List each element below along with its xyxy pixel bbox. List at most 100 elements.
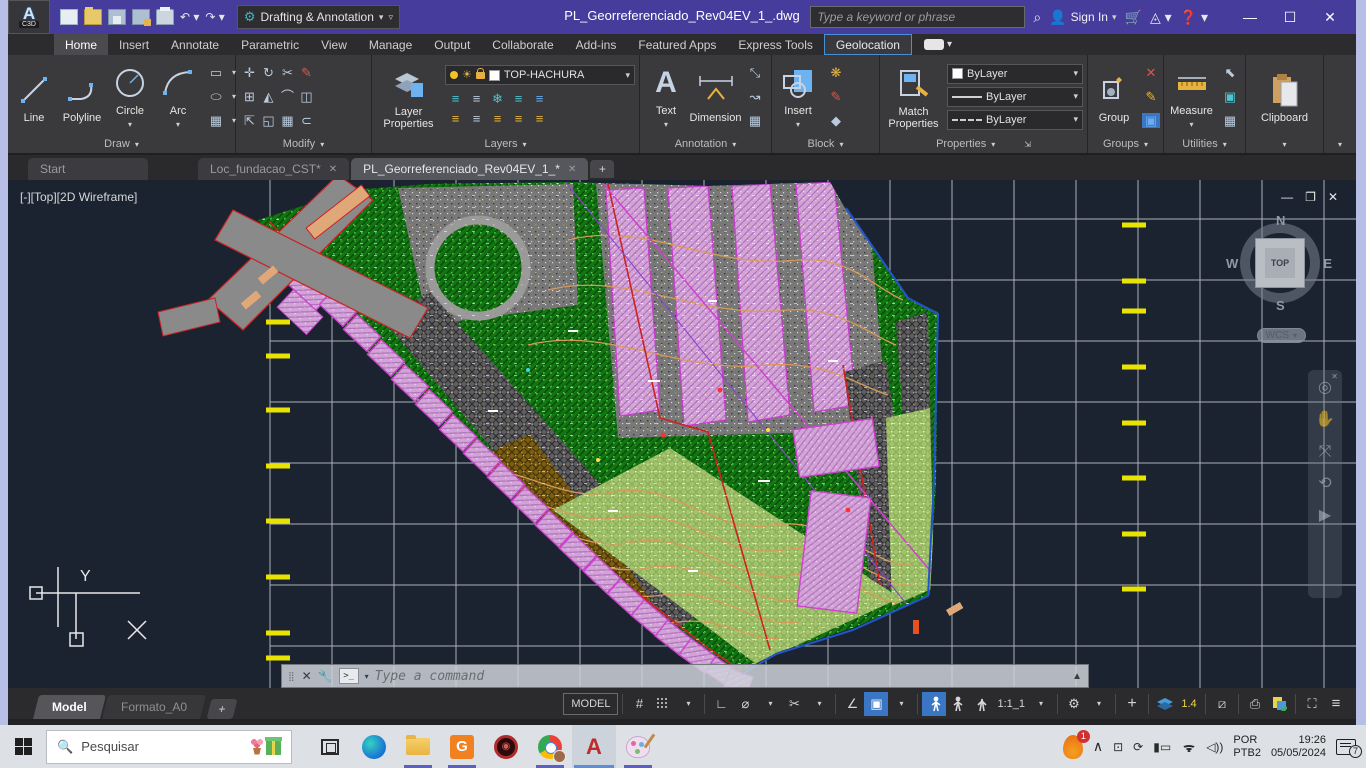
group-button[interactable]: Group	[1092, 69, 1136, 125]
mirror-icon[interactable]: ◭	[264, 90, 274, 103]
copy-icon[interactable]: ⊞	[244, 90, 255, 103]
snap-settings-caret[interactable]: ▾	[676, 692, 700, 716]
tray-battery-icon[interactable]: ▮▭	[1153, 740, 1171, 754]
taskbar-pdf-app[interactable]: G	[440, 725, 484, 768]
workspace-switcher[interactable]: ⚙ Drafting & Annotation ▾ ▿	[237, 5, 400, 29]
panel-block-footer[interactable]: Block ▾	[772, 135, 879, 153]
layer-prev-icon[interactable]: ≡	[473, 112, 481, 125]
customization-menu[interactable]: ≡	[1324, 692, 1348, 716]
command-line[interactable]: ⣿ ✕ 🔧 >_ ▾ Type a command ▲	[281, 664, 1089, 688]
wcs-selector[interactable]: WCS ▾	[1257, 328, 1306, 343]
erase-icon[interactable]: ✎	[301, 66, 312, 79]
measure-button[interactable]: Measure ▾	[1168, 62, 1215, 132]
taskbar-edge[interactable]	[352, 725, 396, 768]
trim-icon[interactable]: ✂	[282, 66, 293, 79]
viewcube-west[interactable]: W	[1226, 256, 1238, 271]
autoscale-toggle[interactable]	[946, 692, 970, 716]
linetype-dropdown[interactable]: ByLayer ▾	[947, 110, 1083, 130]
panel-draw-footer[interactable]: Draw ▾	[8, 135, 235, 153]
start-button[interactable]	[0, 725, 46, 768]
taskbar-security-app[interactable]: ◉	[484, 725, 528, 768]
match-properties-button[interactable]: Match Properties	[884, 63, 943, 131]
layer-unlock-icon[interactable]	[476, 72, 485, 79]
tray-wifi-icon[interactable]	[1181, 741, 1196, 752]
text-button[interactable]: A Text ▾	[644, 62, 688, 132]
new-file-icon[interactable]	[60, 9, 78, 25]
sign-in-button[interactable]: 👤 Sign In ▾	[1049, 9, 1116, 26]
array-icon[interactable]: ▦	[281, 114, 293, 127]
polar-settings-caret[interactable]: ▾	[758, 692, 782, 716]
tab-manage[interactable]: Manage	[358, 34, 423, 55]
notification-center-button[interactable]: 7	[1336, 739, 1356, 755]
ellipse-icon[interactable]: ⬭	[210, 90, 221, 103]
viewcube-top-face[interactable]: TOP	[1255, 238, 1305, 288]
arc-dropdown-icon[interactable]: ▾	[176, 119, 180, 131]
plot-status-icon[interactable]: ⎙	[1243, 692, 1267, 716]
taskbar-chrome[interactable]	[528, 725, 572, 768]
command-recent-caret[interactable]: ▾	[365, 672, 369, 681]
open-file-icon[interactable]	[84, 9, 102, 25]
new-layout-button[interactable]: +	[206, 699, 237, 719]
workspace-gear-caret[interactable]: ▾	[1087, 692, 1111, 716]
panel-layers-footer[interactable]: Layers ▾	[372, 135, 639, 153]
qat-dropdown-icon[interactable]: ▿	[388, 12, 393, 23]
file-tab-start[interactable]: Start	[28, 158, 148, 180]
tab-collaborate[interactable]: Collaborate	[481, 34, 564, 55]
tray-device-icon[interactable]: ⊡	[1113, 740, 1123, 754]
insert-dropdown-icon[interactable]: ▾	[796, 119, 800, 131]
autodesk-apps-icon[interactable]: ◬ ▾	[1150, 9, 1172, 26]
panel-annotation-footer[interactable]: Annotation ▾	[640, 135, 771, 153]
line-button[interactable]: Line	[12, 69, 56, 125]
command-line-grip[interactable]: ⣿	[288, 671, 296, 682]
taskbar-file-explorer[interactable]	[396, 725, 440, 768]
stretch-icon[interactable]: ⇱	[244, 114, 255, 127]
viewcube-south[interactable]: S	[1276, 298, 1285, 313]
layer-freeze-icon[interactable]: ❄	[492, 92, 503, 105]
panel-utilities-footer[interactable]: Utilities ▾	[1164, 135, 1245, 153]
quick-properties-toggle[interactable]: ⧄	[1210, 692, 1234, 716]
tab-parametric[interactable]: Parametric	[230, 34, 310, 55]
arc-button[interactable]: Arc ▾	[156, 62, 200, 132]
model-space-toggle[interactable]: MODEL	[563, 693, 618, 715]
annotation-scale-icon-button[interactable]	[970, 692, 994, 716]
layer-dropdown[interactable]: ☀ TOP-HACHURA ▾	[445, 65, 635, 85]
command-prompt-icon[interactable]: >_	[339, 668, 359, 684]
export-status-icon[interactable]	[1267, 692, 1291, 716]
tray-sync-icon[interactable]: ⟳	[1133, 740, 1143, 754]
tab-add-ins[interactable]: Add-ins	[565, 34, 628, 55]
create-block-icon[interactable]: ❋	[831, 66, 842, 79]
offset-icon[interactable]: ⊂	[301, 114, 312, 127]
layer-isolate-icon[interactable]: ≡	[452, 92, 460, 105]
quick-select-icon[interactable]: ⬉	[1225, 66, 1236, 79]
lineweight-dropdown[interactable]: ByLayer ▾	[947, 87, 1083, 107]
workspace-switching-gear[interactable]: ⚙	[1062, 692, 1086, 716]
layout-tab-formato-a0[interactable]: Formato_A0	[102, 695, 206, 719]
command-input[interactable]: Type a command	[375, 669, 485, 684]
leader-icon[interactable]: ⤡	[750, 66, 760, 79]
layer-match-icon[interactable]: ≡	[473, 92, 481, 105]
drawing-viewport[interactable]: [-][Top][2D Wireframe] — ❐ ✕ N S W E TOP…	[8, 180, 1356, 688]
language-indicator[interactable]: POR PTB2	[1233, 734, 1261, 760]
circle-dropdown-icon[interactable]: ▾	[128, 119, 132, 131]
measure-dropdown-icon[interactable]: ▾	[1189, 119, 1193, 131]
clean-screen-toggle[interactable]: ⛶	[1300, 692, 1324, 716]
tray-volume-icon[interactable]: ◁))	[1206, 740, 1223, 754]
command-history-up-icon[interactable]: ▲	[1072, 671, 1082, 682]
snap-mode-toggle[interactable]	[651, 692, 675, 716]
explode-icon[interactable]: ◫	[300, 90, 312, 103]
tab-geolocation[interactable]: Geolocation	[824, 34, 912, 55]
circle-button[interactable]: Circle ▾	[108, 62, 152, 132]
viewcube[interactable]: N S W E TOP	[1232, 215, 1328, 311]
table-icon[interactable]: ▦	[749, 114, 761, 127]
navigation-bar[interactable]: ✕ ◎ ✋ ⤧ ⟲ ▶	[1308, 370, 1342, 598]
app-store-cart-icon[interactable]: 🛒	[1125, 9, 1142, 26]
maximize-button[interactable]: ☐	[1270, 9, 1310, 26]
panel-clipboard-footer[interactable]: ▾	[1246, 135, 1323, 153]
grid-display-toggle[interactable]: #	[627, 692, 651, 716]
select-similar-icon[interactable]: ▣	[1224, 90, 1236, 103]
panel-modify-footer[interactable]: Modify ▾	[236, 135, 371, 153]
tab-view[interactable]: View	[310, 34, 358, 55]
isodraft-toggle[interactable]: ∠	[840, 692, 864, 716]
command-line-customize-icon[interactable]: 🔧	[318, 669, 333, 683]
tab-featured-apps[interactable]: Featured Apps	[627, 34, 727, 55]
